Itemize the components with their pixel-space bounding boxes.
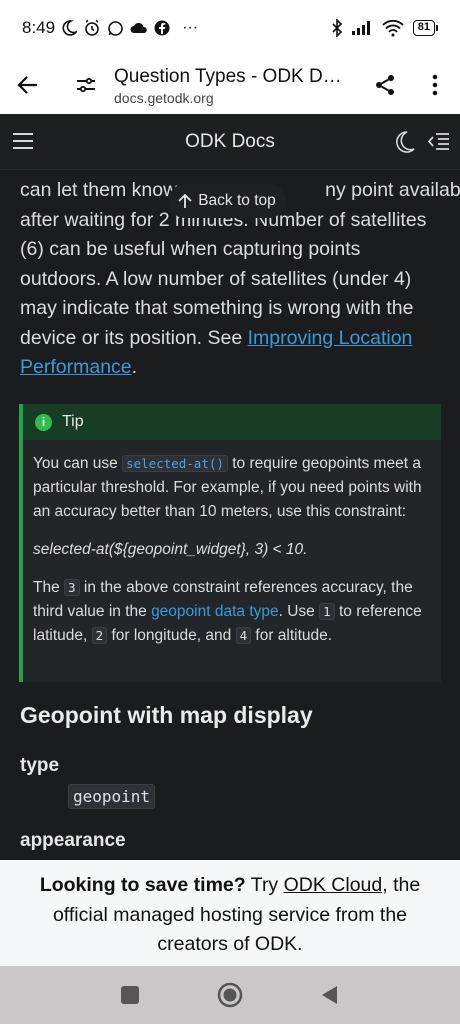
system-nav-bar	[0, 966, 460, 1024]
share-button[interactable]	[360, 73, 410, 97]
promo-banner: Looking to save time? Try ODK Cloud, the…	[0, 860, 460, 966]
back-triangle-icon	[322, 986, 337, 1004]
tip-text: for altitude.	[255, 627, 333, 644]
page-url: docs.getodk.org	[114, 89, 214, 106]
address-area[interactable]: Question Types - ODK Docs docs.getodk.or…	[114, 65, 360, 106]
banner-bold-text: Looking to save time?	[39, 874, 246, 896]
paragraph-end: .	[131, 356, 138, 378]
arrow-up-icon	[178, 193, 192, 208]
bluetooth-icon	[332, 19, 342, 37]
cloud-icon	[130, 22, 147, 33]
tip-paragraph-1: You can use selected-at() to require geo…	[33, 452, 431, 524]
status-system-icons: 81	[331, 19, 438, 37]
code-4: 4	[235, 627, 252, 644]
geopoint-data-type-link[interactable]: geopoint data type	[151, 603, 279, 620]
recents-button[interactable]	[121, 986, 139, 1004]
home-button[interactable]	[217, 982, 243, 1013]
tip-admonition: i Tip You can use selected-at() to requi…	[19, 404, 441, 682]
hamburger-icon	[13, 133, 33, 149]
paragraph-text-part-3: after waiting for 2	[20, 208, 170, 231]
tip-text: The	[33, 579, 60, 596]
home-circle-icon	[217, 982, 243, 1008]
tip-header: i Tip	[23, 404, 441, 440]
overflow-menu-button[interactable]	[410, 74, 460, 96]
code-selected-at: selected-at()	[122, 455, 228, 472]
facebook-icon	[154, 20, 170, 36]
page-title: Question Types - ODK Docs	[114, 65, 350, 87]
moon-icon	[62, 20, 78, 36]
tip-body: You can use selected-at() to require geo…	[23, 440, 441, 648]
docs-title[interactable]: ODK Docs	[0, 131, 460, 153]
paragraph-text-part-2: ny point available	[325, 179, 460, 201]
whatsapp-icon	[108, 20, 123, 36]
browser-toolbar: Question Types - ODK Docs docs.getodk.or…	[0, 56, 460, 114]
battery-level: 81	[412, 20, 435, 36]
status-bar: 8:49 ··· 81	[0, 0, 460, 56]
alarm-icon	[85, 19, 99, 36]
term-type: type	[20, 755, 60, 776]
code-1: 1	[319, 603, 335, 620]
signal-icon	[351, 21, 370, 35]
paragraph-rest: (6) can be useful when capturing points …	[20, 235, 444, 383]
moon-icon	[396, 131, 415, 153]
back-button[interactable]	[0, 73, 58, 97]
banner-try-text: Try	[245, 874, 284, 896]
wifi-icon	[382, 19, 404, 37]
main-content: can let them know ny point available afte…	[0, 170, 460, 860]
definition-type: geopoint	[68, 784, 156, 809]
code-3: 3	[64, 579, 80, 596]
toc-icon	[427, 133, 449, 150]
battery-tip	[436, 25, 438, 31]
tip-constraint-example: selected-at(${geopoint_widget}, 3) < 10.	[33, 541, 308, 558]
toc-button[interactable]	[427, 132, 450, 155]
tip-text: for longitude, and	[111, 627, 232, 644]
system-back-button[interactable]	[320, 985, 338, 1010]
site-settings-button[interactable]	[58, 75, 114, 95]
section-heading: Geopoint with map display	[20, 702, 313, 728]
tip-label: Tip	[62, 413, 84, 430]
code-geopoint: geopoint	[68, 784, 156, 809]
docs-header: ODK Docs	[0, 114, 460, 170]
tip-paragraph-3: The 3 in the above constraint references…	[33, 576, 431, 648]
status-notification-icons: ···	[61, 19, 198, 37]
status-time: 8:49	[22, 18, 56, 37]
arrow-left-icon	[17, 76, 37, 94]
more-vert-icon	[432, 74, 438, 96]
code-2: 2	[91, 627, 108, 644]
term-appearance: appearance	[20, 830, 126, 851]
info-icon: i	[35, 413, 52, 431]
tip-text: You can use	[33, 455, 118, 472]
back-to-top-label: Back to top	[198, 192, 276, 209]
nav-menu-button[interactable]	[12, 132, 34, 155]
more-notifications-icon: ···	[182, 19, 199, 36]
odk-cloud-link[interactable]: ODK Cloud	[284, 874, 383, 896]
back-to-top-button[interactable]: Back to top	[168, 184, 286, 218]
tip-text: . Use	[278, 603, 315, 620]
tune-icon	[77, 77, 95, 93]
theme-toggle-button[interactable]	[394, 130, 416, 159]
paragraph-text-part-1: can let them know	[20, 179, 178, 201]
battery-indicator: 81	[412, 20, 438, 36]
share-icon	[376, 75, 394, 95]
